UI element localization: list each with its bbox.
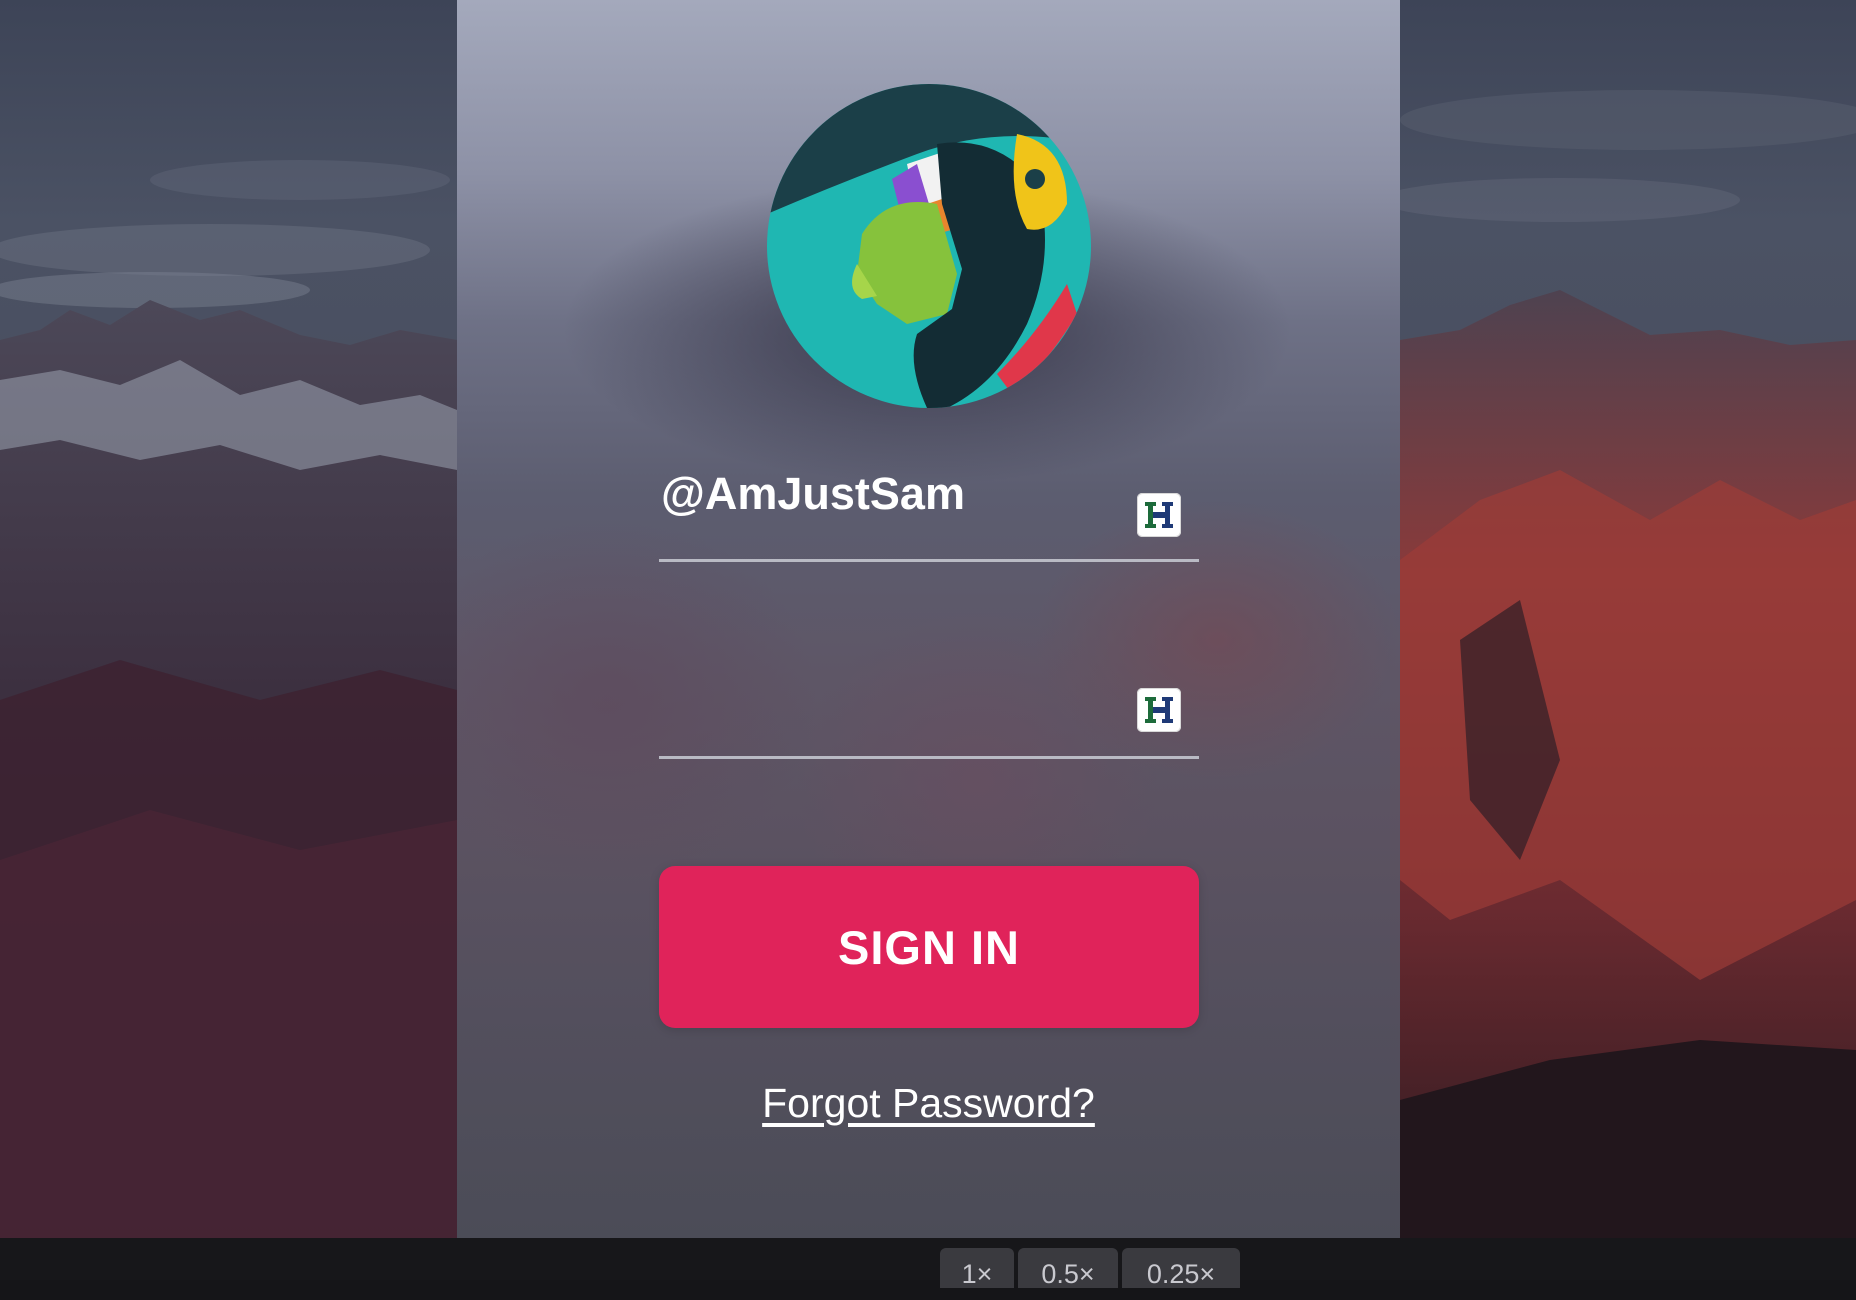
password-field[interactable] <box>659 666 1199 759</box>
zoom-toolbar: 1× 0.5× 0.25× <box>0 1238 1856 1289</box>
username-input[interactable] <box>659 449 1119 539</box>
zoom-0.25x-button[interactable]: 0.25× <box>1122 1248 1240 1289</box>
profile-avatar <box>767 84 1091 408</box>
forgot-password-link[interactable]: Forgot Password? <box>457 1080 1400 1127</box>
zoom-1x-button[interactable]: 1× <box>940 1248 1014 1289</box>
username-field[interactable] <box>659 449 1199 562</box>
sign-in-button[interactable]: SIGN IN <box>659 866 1199 1028</box>
zoom-0.5x-button[interactable]: 0.5× <box>1018 1248 1118 1289</box>
login-screen: SIGN IN Forgot Password? <box>0 0 1856 1238</box>
password-manager-icon[interactable] <box>1137 688 1181 732</box>
password-manager-icon[interactable] <box>1137 493 1181 537</box>
avatar-illustration-icon <box>767 84 1091 408</box>
password-input[interactable] <box>659 666 1119 756</box>
login-panel: SIGN IN Forgot Password? <box>457 0 1400 1238</box>
